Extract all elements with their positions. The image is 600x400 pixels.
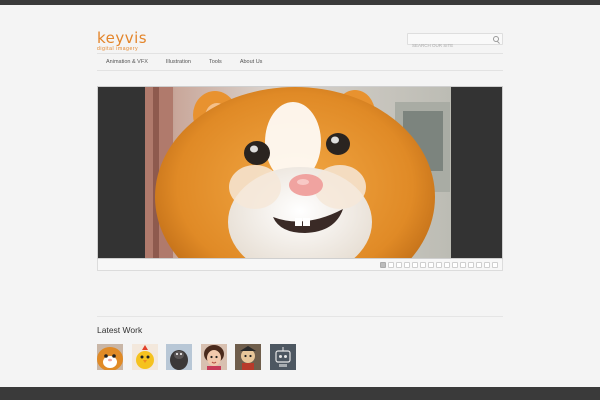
pager-dot[interactable] (476, 262, 482, 268)
pager-dot[interactable] (468, 262, 474, 268)
section-divider (97, 316, 503, 317)
pager-dot[interactable] (492, 262, 498, 268)
pager-dot[interactable] (460, 262, 466, 268)
nav-item-about-us[interactable]: About Us (231, 54, 272, 70)
pager-dot[interactable] (412, 262, 418, 268)
top-bar (0, 0, 600, 5)
latest-work-thumbnails (97, 344, 304, 370)
thumb-robot[interactable] (269, 344, 296, 370)
logo[interactable]: keyvis digital imagery (97, 29, 148, 53)
pager-dots (378, 262, 498, 268)
pager-dot[interactable] (420, 262, 426, 268)
thumb-hamster[interactable] (97, 344, 123, 370)
search-box (407, 33, 503, 51)
pager-dot[interactable] (380, 262, 386, 268)
pager-dot[interactable] (404, 262, 410, 268)
footer-bar (0, 387, 600, 400)
main-nav: Animation & VFX Illustration Tools About… (97, 54, 271, 70)
slide-image-hamster (145, 87, 451, 258)
nav-item-animation-vfx[interactable]: Animation & VFX (97, 54, 157, 70)
nav-item-illustration[interactable]: Illustration (157, 54, 200, 70)
pager-dot[interactable] (452, 262, 458, 268)
pager-dot[interactable] (388, 262, 394, 268)
search-icon[interactable] (493, 36, 499, 42)
search-input[interactable] (408, 40, 492, 51)
latest-work-heading: Latest Work (97, 325, 143, 335)
pager-dot[interactable] (444, 262, 450, 268)
pager-dot[interactable] (396, 262, 402, 268)
pager-dot[interactable] (436, 262, 442, 268)
pager-dot[interactable] (484, 262, 490, 268)
pager-dot[interactable] (428, 262, 434, 268)
image-slider[interactable] (97, 86, 503, 259)
slider-pager (97, 259, 503, 271)
thumb-girl[interactable] (200, 344, 227, 370)
nav-item-tools[interactable]: Tools (200, 54, 231, 70)
thumb-mole[interactable] (166, 344, 192, 370)
thumb-chick[interactable] (131, 344, 158, 370)
thumb-character[interactable] (235, 344, 261, 370)
nav-divider-bottom (97, 70, 503, 71)
hamster-illustration (145, 87, 451, 258)
logo-wordmark: keyvis (97, 29, 148, 47)
